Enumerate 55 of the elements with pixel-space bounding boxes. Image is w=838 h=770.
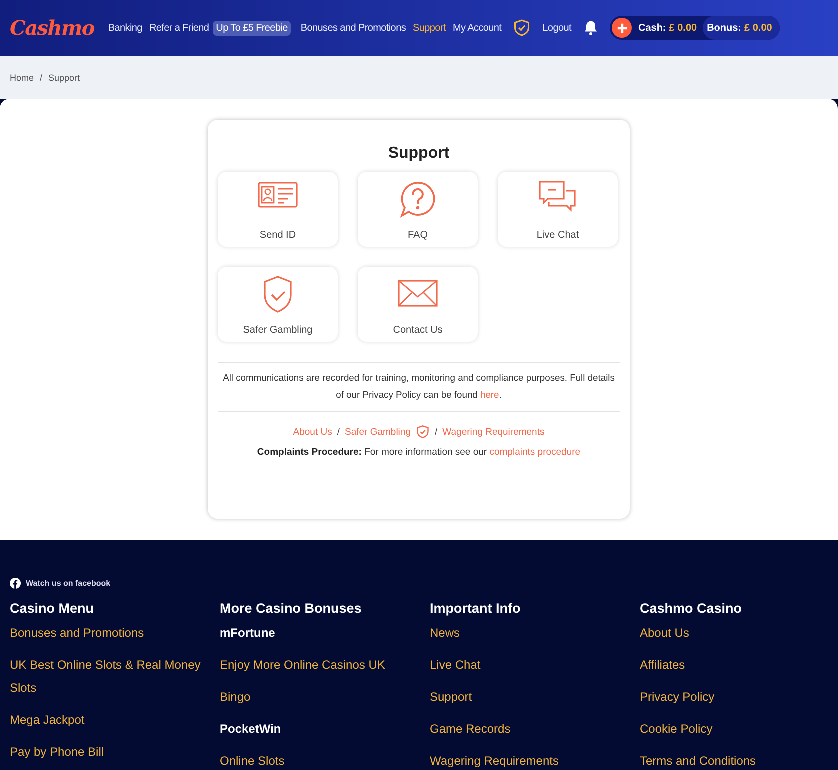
logo[interactable]: Cashmo [10, 16, 94, 40]
footer-link[interactable]: Terms and Conditions [640, 750, 838, 770]
bonus-label: Bonus: [707, 22, 742, 34]
cash-amount: £ 0.00 [669, 22, 698, 34]
card-title: Support [387, 145, 451, 163]
footer-link[interactable]: Game Records [430, 718, 640, 741]
support-tile[interactable]: Live Chat [498, 172, 618, 247]
footer-link[interactable]: Enjoy More Online Casinos UK [220, 654, 430, 677]
breadcrumb-link[interactable]: Support [48, 72, 80, 82]
footer-link[interactable]: Pay by Phone Bill [10, 741, 220, 764]
nav-link[interactable]: My Account [452, 22, 502, 34]
footer-link[interactable]: About Us [640, 622, 838, 645]
footer-link[interactable]: News [430, 622, 640, 645]
footer-link[interactable]: Mega Jackpot [10, 709, 220, 732]
link-separator: / [435, 426, 438, 438]
footer-link[interactable]: Support [430, 686, 640, 709]
support-tile[interactable]: Contact Us [358, 267, 478, 342]
facebook-link[interactable]: Watch us on facebook [26, 579, 111, 588]
support-tile[interactable]: Safer Gambling [218, 267, 338, 342]
nav-link[interactable]: Banking [108, 22, 142, 34]
shield-check-icon[interactable] [512, 19, 531, 37]
footer-link[interactable]: Cookie Policy [640, 718, 838, 741]
footer-link[interactable]: Affiliates [640, 654, 838, 677]
recording-notice: All communications are recorded for training, monitoring and compliance purposes. Full details of our Privacy Policy can be found here. [222, 371, 616, 402]
column-heading: Important Info [430, 601, 522, 616]
footer-link[interactable]: Bonuses and Promotions [10, 622, 220, 645]
breadcrumb-link[interactable]: Home [10, 72, 34, 82]
footer-link[interactable]: Wagering Requirements [430, 750, 640, 770]
deposit-button[interactable] [612, 18, 632, 38]
breadcrumb-separator: / [40, 72, 43, 82]
footer-link[interactable]: Live Chat [430, 654, 640, 677]
support-tile[interactable]: Send ID [218, 172, 338, 247]
footer-link[interactable]: Online Slots [220, 750, 430, 770]
nav-link[interactable]: Bonuses and Promotions [300, 22, 406, 34]
bonus-amount: £ 0.00 [744, 22, 772, 34]
facebook-icon [10, 578, 21, 589]
footer-link[interactable]: UK Best Online Slots & Real Money Slots [10, 654, 220, 700]
column-heading: Casino Menu [10, 601, 96, 616]
complaints-note: Complaints Procedure: For more information see our complaints procedure [256, 447, 582, 458]
shield-check-icon [416, 425, 430, 439]
column-heading: Cashmo Casino [640, 601, 744, 616]
support-tile[interactable]: FAQ [358, 172, 478, 247]
footer-link[interactable]: Bingo [220, 686, 430, 709]
footer-link[interactable]: Privacy Policy [640, 686, 838, 709]
question-bubble-icon [398, 180, 438, 220]
link-separator: / [337, 426, 340, 438]
logout-link[interactable]: Logout [542, 22, 572, 34]
nav-link[interactable]: Support [413, 22, 446, 34]
footer-link[interactable]: mFortune [220, 622, 430, 645]
nav-link[interactable]: Refer a Friend [149, 22, 210, 34]
cash-label: Cash: [638, 22, 666, 34]
column-heading: More Casino Bonuses [220, 601, 363, 616]
plus-icon [616, 22, 628, 34]
footer-link[interactable]: PocketWin [220, 718, 430, 741]
promo-badge: Up To £5 Freebie [213, 20, 291, 36]
